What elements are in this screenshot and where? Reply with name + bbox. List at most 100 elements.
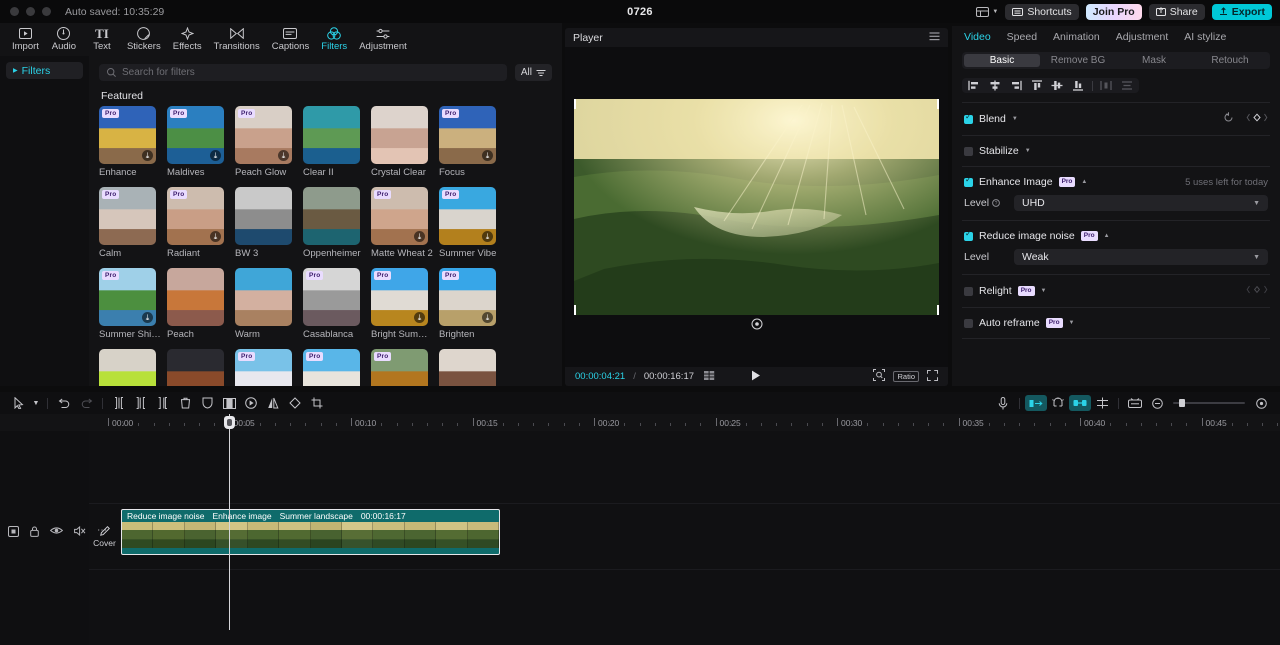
mixer-button[interactable] [1091,395,1113,411]
filter-thumbnail[interactable]: Pro ⤓ [439,187,496,245]
crop-frame-button[interactable] [218,395,240,411]
distribute-horizontal-icon[interactable] [1096,78,1117,93]
download-icon[interactable]: ⤓ [414,312,425,323]
tab-filters[interactable]: Filters [315,23,353,56]
rotate-button[interactable] [284,395,306,411]
filter-thumbnail[interactable]: Pro [303,268,360,326]
timeline-zoom-handle[interactable] [1179,399,1185,407]
relight-checkbox[interactable] [964,286,973,296]
filter-item[interactable]: Warm [235,268,303,340]
enhance-image-checkbox[interactable] [964,176,973,187]
delete-button[interactable] [174,395,196,411]
crop-handle-tr[interactable] [937,99,939,109]
mute-track-button[interactable] [74,525,86,540]
filter-thumbnail[interactable]: Pro [371,349,428,386]
filter-item[interactable]: Pro ⤓ Matte Wheat 2 [371,187,439,259]
crop-handle-br[interactable] [937,305,939,315]
distribute-vertical-icon[interactable] [1116,78,1137,93]
download-icon[interactable]: ⤓ [142,312,153,323]
filter-thumbnail[interactable] [303,187,360,245]
tab-captions[interactable]: Captions [266,23,316,56]
crop-handle-tl[interactable] [574,99,576,109]
keyframe-relight-button[interactable] [1246,284,1268,298]
align-top-icon[interactable] [1026,78,1047,93]
align-left-icon[interactable] [964,78,985,93]
stabilize-checkbox[interactable] [964,146,973,156]
crop-button[interactable] [306,395,328,411]
undo-button[interactable] [53,395,75,411]
filter-item[interactable]: Pro ⤓ Bright Summer [371,268,439,340]
layout-switch-button[interactable]: ▼ [976,6,998,17]
record-voiceover-button[interactable] [992,395,1014,411]
auto-fit-button[interactable] [1025,395,1047,411]
transform-reset-button[interactable] [751,318,763,333]
segment-retouch[interactable]: Retouch [1192,54,1268,67]
chevron-up-icon[interactable]: ▲ [1081,179,1087,185]
filter-thumbnail[interactable] [303,106,360,164]
tab-stickers[interactable]: Stickers [121,23,167,56]
filter-thumbnail[interactable]: Pro [235,349,292,386]
tool-dropdown-button[interactable]: ▼ [30,395,42,411]
chevron-down-icon[interactable]: ▼ [1069,320,1075,326]
download-icon[interactable]: ⤓ [482,150,493,161]
download-icon[interactable]: ⤓ [210,231,221,242]
filter-item[interactable]: Peach [167,268,235,340]
timeline-clip[interactable]: Reduce image noise Enhance image Summer … [121,509,500,555]
filter-thumbnail[interactable] [439,349,496,386]
filter-item[interactable]: Pro [235,349,303,386]
download-icon[interactable]: ⤓ [414,231,425,242]
keyframe-blend-button[interactable] [1246,112,1268,126]
align-bottom-icon[interactable] [1068,78,1089,93]
tab-video[interactable]: Video [964,31,991,43]
zoom-preview-button[interactable] [873,369,886,384]
crop-handle-bl[interactable] [574,305,576,315]
segment-basic[interactable]: Basic [964,54,1040,67]
download-icon[interactable]: ⤓ [210,150,221,161]
playhead-handle[interactable] [224,416,235,429]
blend-checkbox[interactable] [964,113,973,124]
speed-button[interactable] [240,395,262,411]
filter-item[interactable] [167,349,235,386]
filter-thumbnail[interactable] [371,106,428,164]
filter-thumbnail[interactable] [235,187,292,245]
reset-blend-button[interactable] [1223,112,1234,126]
tab-text[interactable]: TI Text [83,23,121,56]
download-icon[interactable]: ⤓ [278,150,289,161]
filter-thumbnail[interactable] [167,268,224,326]
tab-adjustment[interactable]: Adjustment [353,23,413,56]
chevron-down-icon[interactable]: ▼ [1012,116,1018,122]
chevron-up-icon[interactable]: ▲ [1104,233,1110,239]
mask-button[interactable] [196,395,218,411]
shortcuts-button[interactable]: Shortcuts [1005,3,1079,20]
filter-thumbnail[interactable] [235,268,292,326]
filter-item[interactable]: Pro ⤓ Summer Vibe [439,187,507,259]
filter-item[interactable] [439,349,507,386]
auto-adjust-button[interactable] [1047,395,1069,411]
info-icon[interactable]: ? [992,199,1001,207]
tab-import[interactable]: Import [6,23,45,56]
player-menu-button[interactable] [929,31,940,44]
fullscreen-button[interactable] [927,369,938,384]
filter-thumbnail[interactable]: Pro ⤓ [371,187,428,245]
search-input[interactable]: Search for filters [99,64,507,81]
playhead[interactable] [224,414,235,630]
reduce-noise-checkbox[interactable] [964,230,973,241]
tab-speed[interactable]: Speed [1007,31,1037,43]
trim-left-button[interactable] [130,395,152,411]
join-pro-button[interactable]: Join Pro [1085,3,1142,20]
filter-thumbnail[interactable]: Pro [99,187,156,245]
export-button[interactable]: Export [1211,3,1272,20]
filter-item[interactable]: Clear II [303,106,371,178]
align-center-vertical-icon[interactable] [1047,78,1068,93]
filter-item[interactable]: Crystal Clear [371,106,439,178]
frame-grid-button[interactable] [704,370,715,383]
download-icon[interactable]: ⤓ [482,312,493,323]
filter-thumbnail[interactable]: Pro ⤓ [439,268,496,326]
filter-item[interactable] [99,349,167,386]
auto-reframe-checkbox[interactable] [964,318,973,328]
ratio-button[interactable]: Ratio [893,371,919,382]
filter-item[interactable]: Pro ⤓ Maldives [167,106,235,178]
filter-thumbnail[interactable]: Pro ⤓ [167,187,224,245]
segment-remove-bg[interactable]: Remove BG [1040,54,1116,67]
chevron-down-icon[interactable]: ▼ [1041,288,1047,294]
